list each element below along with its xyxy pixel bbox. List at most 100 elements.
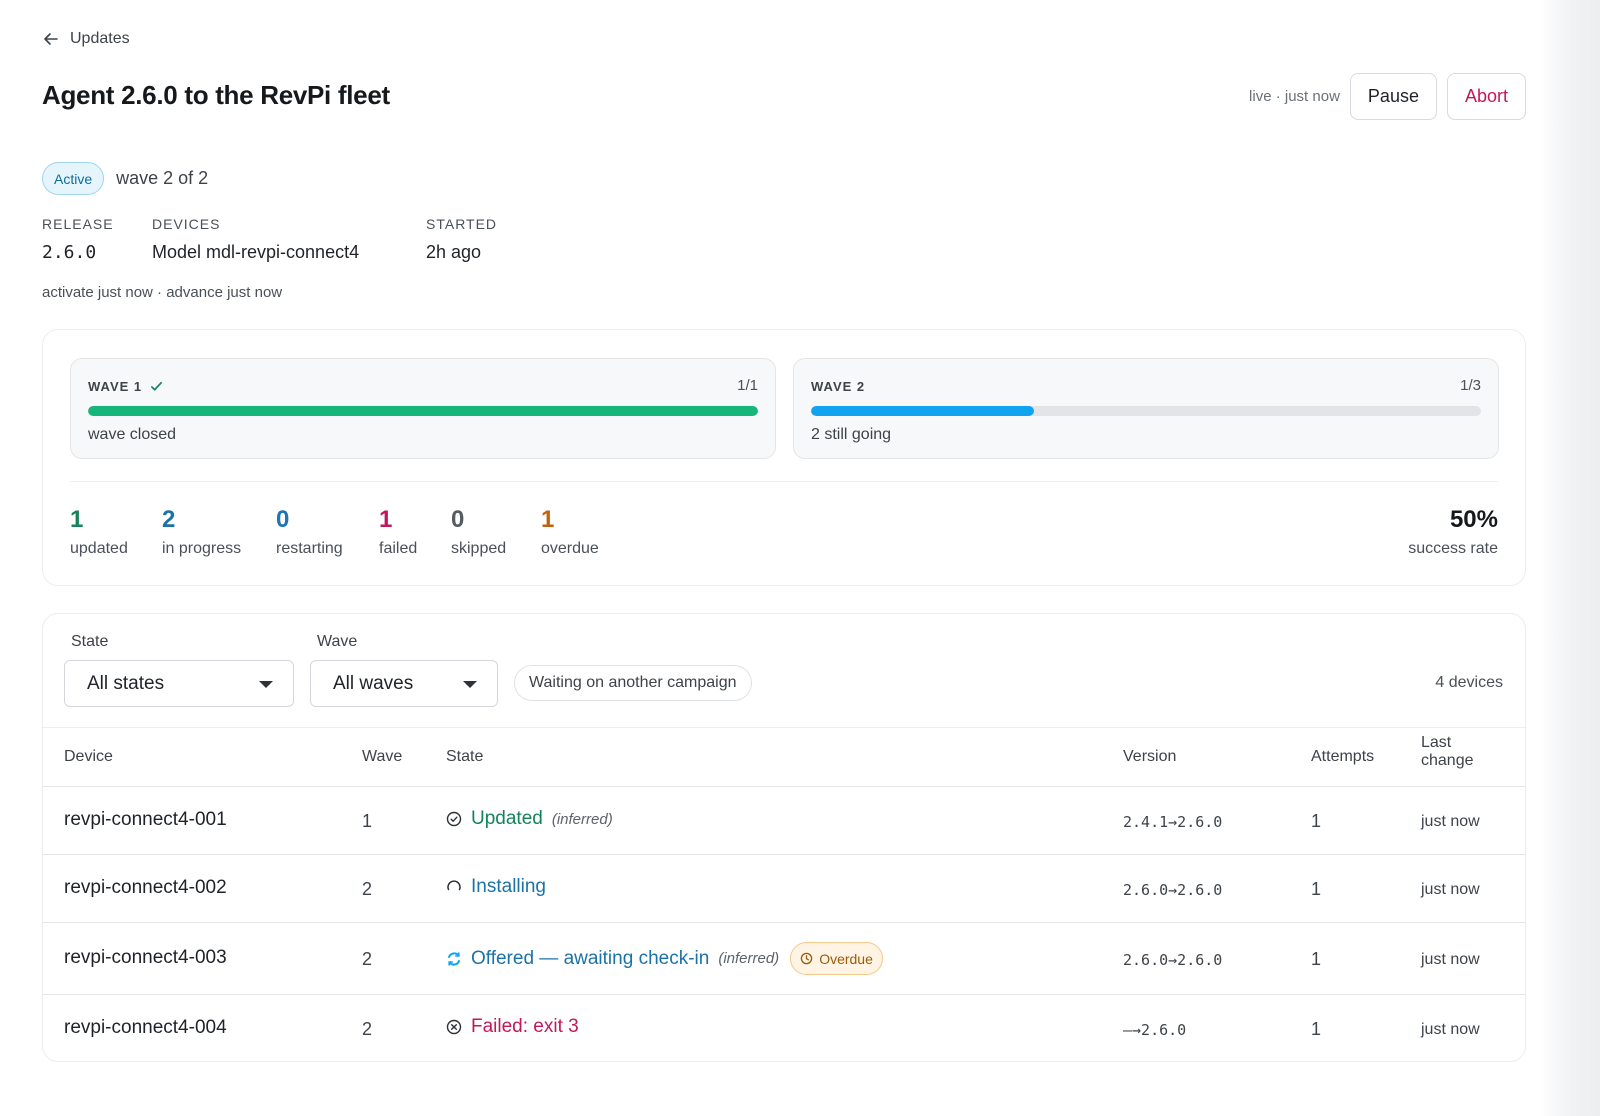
wave-filter-select[interactable]: All waves [310,660,498,707]
device-attempts: 1 [1311,1019,1322,1039]
wave-2-label: WAVE 2 [811,379,866,394]
caret-down-icon [463,681,477,688]
overdue-badge-label: Overdue [819,950,873,967]
success-rate-value: 50% [1449,506,1498,533]
meta-devices-label: DEVICES [152,216,221,232]
meta-devices: DEVICES Model mdl-revpi-connect4 [152,216,426,263]
devices-card: State All states Wave All waves Waiting … [42,613,1526,1062]
check-circle-icon [446,811,462,827]
stat-skipped: 0 skipped [451,506,507,557]
device-count: 4 devices [1435,674,1503,691]
page-title: Agent 2.6.0 to the RevPi fleet [42,80,390,110]
back-link[interactable]: Updates [42,30,130,48]
state-text: Failed: exit 3 [471,1016,579,1037]
state-text: Updated [471,808,543,829]
overdue-badge: Overdue [790,942,883,975]
device-wave: 2 [362,1019,373,1039]
filters-bar: State All states Wave All waves Waiting … [43,614,1525,728]
meta-started-label: STARTED [426,216,498,232]
x-circle-icon [446,1019,462,1035]
device-attempts: 1 [1311,811,1322,831]
activity-text: activate just now · advance just now [42,284,283,301]
col-state[interactable]: State [446,748,483,766]
device-attempts: 1 [1311,949,1322,969]
arrow-left-icon [44,33,58,45]
inferred-note: (inferred) [551,810,613,828]
clock-icon [800,952,813,965]
check-icon [151,381,163,391]
spinner-icon [447,880,461,891]
table-row[interactable]: revpi-connect4-004 2 Failed: exit 3 —→2.… [43,995,1525,1061]
table-header: Device Wave State Version Attempts Last … [43,728,1525,787]
stat-in-progress: 2 in progress [162,506,242,557]
wave-2-progress-track [811,406,1481,416]
device-version: 2.6.0→2.6.0 [1123,881,1223,899]
sync-icon [448,951,460,966]
success-rate-label: success rate [1408,540,1498,557]
back-link-label: Updates [70,30,130,47]
col-version[interactable]: Version [1123,748,1176,766]
device-last-change: just now [1421,881,1480,898]
device-wave: 2 [362,879,373,899]
wave-1-progress-fill [88,406,758,416]
device-wave: 2 [362,949,373,969]
state-text: Installing [471,876,546,897]
device-version: 2.6.0→2.6.0 [1123,951,1223,969]
wave-2-card: WAVE 2 1/3 2 still going [793,358,1499,459]
meta-started: STARTED 2h ago [426,216,497,263]
meta-release-value: 2.6.0 [42,242,97,263]
wave-progress-text: wave 2 of 2 [116,168,209,188]
state-filter-value: All states [87,672,165,694]
col-device[interactable]: Device [64,748,113,766]
wave-2-count: 1/3 [1460,377,1481,394]
wave-1-progress-track [88,406,758,416]
inferred-note: (inferred) [718,950,780,967]
wave-1-label: WAVE 1 [88,379,143,394]
device-attempts: 1 [1311,879,1322,899]
wave-filter-label: Wave [317,633,358,650]
device-state: Failed: exit 3 [446,1016,579,1038]
meta-started-value: 2h ago [426,242,482,262]
abort-button[interactable]: Abort [1446,73,1526,120]
right-edge-shadow [1538,0,1600,1116]
device-last-change: just now [1421,1021,1480,1038]
col-wave[interactable]: Wave [362,748,402,766]
device-last-change: just now [1421,951,1480,968]
state-filter-select[interactable]: All states [64,660,294,707]
header-actions: live · just now Pause Abort [1249,73,1526,120]
wave-1-card: WAVE 1 1/1 wave closed [70,358,776,459]
device-wave: 1 [362,811,373,831]
table-row[interactable]: revpi-connect4-001 1 Updated (inferred) … [43,787,1525,855]
device-state: Installing [446,876,546,898]
stat-restarting: 0 restarting [276,506,343,557]
summary-divider [70,481,1498,482]
device-name[interactable]: revpi-connect4-001 [64,809,227,831]
device-name[interactable]: revpi-connect4-004 [64,1017,227,1039]
device-state: Updated (inferred) [446,808,613,830]
device-last-change: just now [1421,813,1480,830]
device-name[interactable]: revpi-connect4-002 [64,877,227,899]
wave-filter-value: All waves [333,672,414,694]
state-text: Offered — awaiting check-in [471,947,710,969]
summary-card: WAVE 1 1/1 wave closed WAVE 2 1/3 2 stil… [42,329,1526,586]
device-version: —→2.6.0 [1123,1021,1187,1039]
stat-failed: 1 failed [379,506,418,557]
wave-1-note: wave closed [88,426,177,443]
pause-button[interactable]: Pause [1349,73,1437,120]
status-line: Active wave 2 of 2 [42,162,208,195]
caret-down-icon [259,681,273,688]
table-row[interactable]: revpi-connect4-003 2 Offered — awaiting … [43,923,1525,995]
wave-2-progress-fill [811,406,1035,416]
meta-devices-value: Model mdl-revpi-connect4 [152,242,360,262]
device-state: Offered — awaiting check-in (inferred) O… [446,942,883,975]
wave-1-count: 1/1 [737,377,758,394]
col-attempts[interactable]: Attempts [1311,748,1374,766]
table-row[interactable]: revpi-connect4-002 2 Installing 2.6.0→2.… [43,855,1525,923]
device-name[interactable]: revpi-connect4-003 [64,947,227,969]
state-filter-label: State [71,633,109,650]
col-last-change[interactable]: Last change [1421,734,1474,770]
meta-release-label: RELEASE [42,216,114,232]
success-rate: 50% success rate [1408,506,1498,558]
device-version: 2.4.1→2.6.0 [1123,813,1223,831]
waiting-filter-chip[interactable]: Waiting on another campaign [514,665,752,701]
